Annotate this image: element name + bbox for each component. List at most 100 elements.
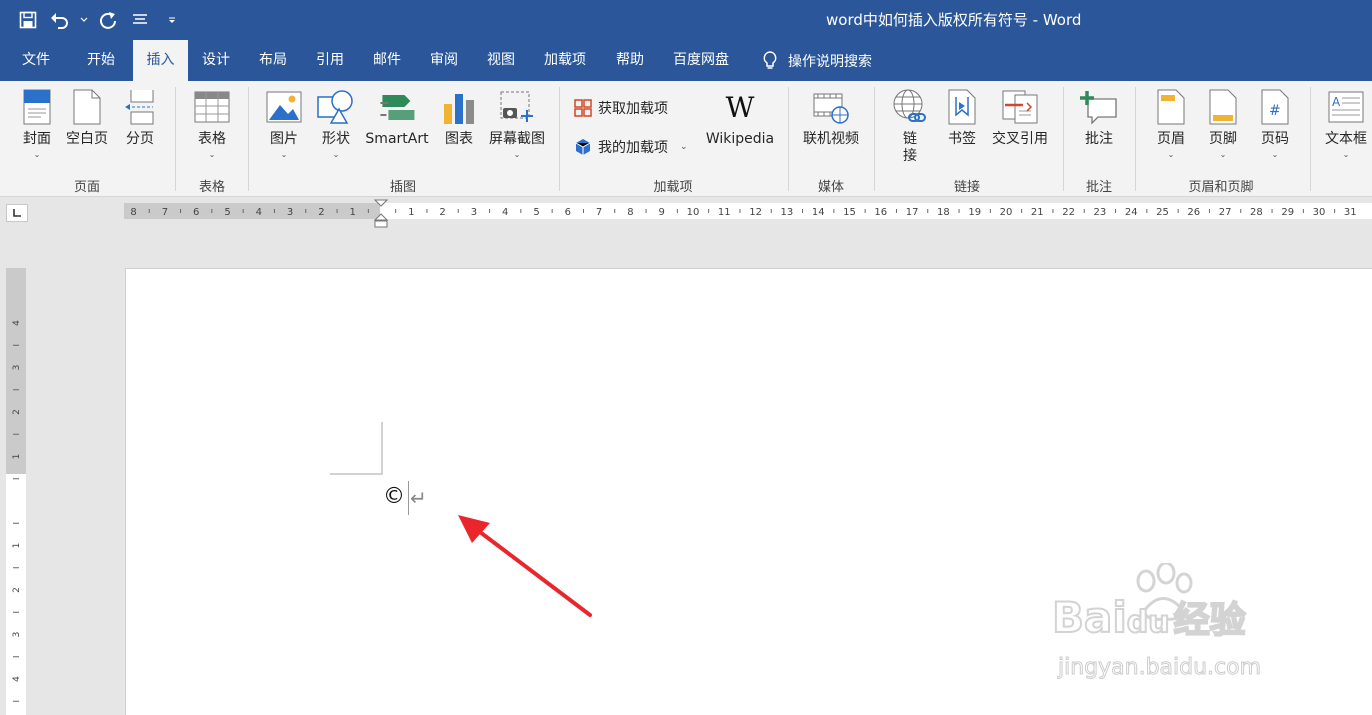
group-label-addins: 加载项	[653, 180, 693, 195]
svg-text:#: #	[1269, 103, 1281, 119]
ruler-number: 15	[843, 207, 856, 218]
tab-layout[interactable]: 布局	[249, 40, 297, 81]
picture-button[interactable]: 图片 ⌄	[264, 87, 304, 159]
new-comment-button[interactable]: 批注	[1079, 87, 1119, 148]
paragraph-mark: ↵	[410, 486, 427, 510]
redo-button[interactable]	[94, 6, 122, 34]
cross-reference-button[interactable]: 交叉引用	[992, 87, 1048, 148]
group-separator	[1063, 87, 1064, 191]
group-separator	[1135, 87, 1136, 191]
indent-markers[interactable]	[374, 199, 388, 229]
chevron-down-icon: ⌄	[332, 150, 340, 159]
header-icon	[1157, 89, 1185, 125]
vertical-ruler-number: 3	[12, 632, 22, 638]
chevron-down-icon: ⌄	[208, 150, 216, 159]
chevron-down-icon	[80, 17, 88, 22]
title-bar: word中如何插入版权所有符号 - Word	[0, 0, 1372, 40]
quick-access-toolbar	[14, 6, 186, 34]
tab-home[interactable]: 开始	[77, 40, 125, 81]
ruler-number: 19	[968, 207, 981, 218]
ruler-number: 9	[659, 207, 665, 218]
vertical-ruler-number: 4	[12, 676, 22, 682]
tab-baidu-netdisk[interactable]: 百度网盘	[663, 40, 739, 81]
smartart-icon	[379, 95, 414, 120]
ruler-number: 23	[1094, 207, 1107, 218]
group-label-media: 媒体	[817, 180, 845, 195]
ruler-number: 4	[256, 207, 262, 218]
table-icon	[194, 91, 230, 123]
tab-addins[interactable]: 加载项	[534, 40, 596, 81]
page-break-icon	[125, 90, 154, 125]
cover-page-icon	[23, 89, 51, 125]
watermark-url: jingyan.baidu.com	[1057, 655, 1262, 681]
smartart-button[interactable]: SmartArt	[365, 87, 429, 148]
tab-insert[interactable]: 插入	[133, 40, 188, 81]
chevron-down-icon: ⌄	[1271, 150, 1279, 159]
page-number-button[interactable]: # 页码 ⌄	[1255, 87, 1295, 159]
my-addins-button[interactable]: 我的加载项 ⌄	[574, 137, 688, 157]
chart-button[interactable]: 图表	[439, 87, 479, 148]
ruler-number: 28	[1250, 207, 1263, 218]
online-video-button[interactable]: 联机视频	[803, 87, 859, 148]
text-box-button[interactable]: A 文本框 ⌄	[1325, 87, 1367, 159]
chevron-down-icon: ⌄	[33, 150, 41, 159]
group-label-comments: 批注	[1085, 180, 1113, 195]
ruler-number: 14	[812, 207, 825, 218]
tab-design[interactable]: 设计	[192, 40, 240, 81]
online-video-icon	[813, 93, 849, 124]
tab-mailings[interactable]: 邮件	[363, 40, 411, 81]
tab-file[interactable]: 文件	[12, 40, 60, 81]
group-separator	[1310, 87, 1311, 191]
vertical-ruler[interactable]: 432112345	[6, 268, 26, 715]
text-box-icon: A	[1328, 91, 1364, 123]
shapes-button[interactable]: 形状 ⌄	[316, 87, 356, 159]
copyright-symbol[interactable]: ©	[383, 484, 405, 509]
blank-page-button[interactable]: 空白页	[66, 87, 108, 148]
footer-button[interactable]: 页脚 ⌄	[1203, 87, 1243, 159]
vertical-ruler-number: 1	[12, 454, 22, 460]
link-button[interactable]: 链 接	[890, 87, 930, 165]
group-label-illustrations: 插图	[389, 180, 417, 195]
ruler-number: 11	[718, 207, 731, 218]
link-globe-icon	[893, 89, 926, 122]
ruler-number: 29	[1281, 207, 1294, 218]
touch-mode-button[interactable]	[126, 6, 154, 34]
tab-references[interactable]: 引用	[306, 40, 354, 81]
ruler-ticks: 8 7 6 5 4 3 2 1 1 2 3 4 5 6 7 8 9 10 11 12 13 14 15 16 17 18 19 20 2…	[130, 207, 1356, 218]
undo-button[interactable]	[46, 6, 74, 34]
undo-dropdown[interactable]	[78, 6, 90, 34]
get-addins-button[interactable]: 获取加载项	[574, 98, 668, 118]
customize-qat-button[interactable]	[158, 6, 186, 34]
chevron-down-icon: ⌄	[1167, 150, 1175, 159]
lightbulb-icon	[763, 50, 777, 69]
tab-review[interactable]: 审阅	[420, 40, 468, 81]
shapes-icon	[317, 90, 353, 124]
ruler-number: 12	[749, 207, 762, 218]
page-break-button[interactable]: 分页	[120, 87, 160, 148]
tab-selector-button[interactable]	[6, 204, 28, 222]
wikipedia-button[interactable]: W Wikipedia	[706, 87, 774, 148]
group-label-header-footer: 页眉和页脚	[1188, 180, 1254, 195]
ruler-number: 5	[533, 207, 539, 218]
tell-me-search[interactable]: 操作说明搜索	[762, 40, 872, 81]
page-number-icon: #	[1261, 89, 1289, 125]
cover-page-button[interactable]: 封面 ⌄	[17, 87, 57, 159]
text-cursor	[408, 481, 409, 515]
bookmark-button[interactable]: 书签	[942, 87, 982, 148]
ruler-number: 6	[565, 207, 571, 218]
chevron-down-icon: ⌄	[513, 150, 521, 159]
header-button[interactable]: 页眉 ⌄	[1151, 87, 1191, 159]
ruler-number: 25	[1156, 207, 1169, 218]
ruler-number: 6	[193, 207, 199, 218]
horizontal-ruler[interactable]: 8 7 6 5 4 3 2 1 1 2 3 4 5 6 7 8 9 10 11 12 13 14 15 16 17 18 19 20 2…	[124, 199, 1372, 228]
blank-page-icon	[73, 89, 101, 125]
save-button[interactable]	[14, 6, 42, 34]
watermark-brand-jingyan: 经验	[1173, 599, 1247, 642]
table-button[interactable]: 表格 ⌄	[192, 87, 232, 159]
ruler-number: 17	[906, 207, 919, 218]
tell-me-label: 操作说明搜索	[788, 53, 872, 70]
tab-view[interactable]: 视图	[477, 40, 525, 81]
vertical-ruler-number: 2	[12, 409, 22, 415]
tab-help[interactable]: 帮助	[606, 40, 654, 81]
screenshot-button[interactable]: 屏幕截图 ⌄	[489, 87, 545, 159]
